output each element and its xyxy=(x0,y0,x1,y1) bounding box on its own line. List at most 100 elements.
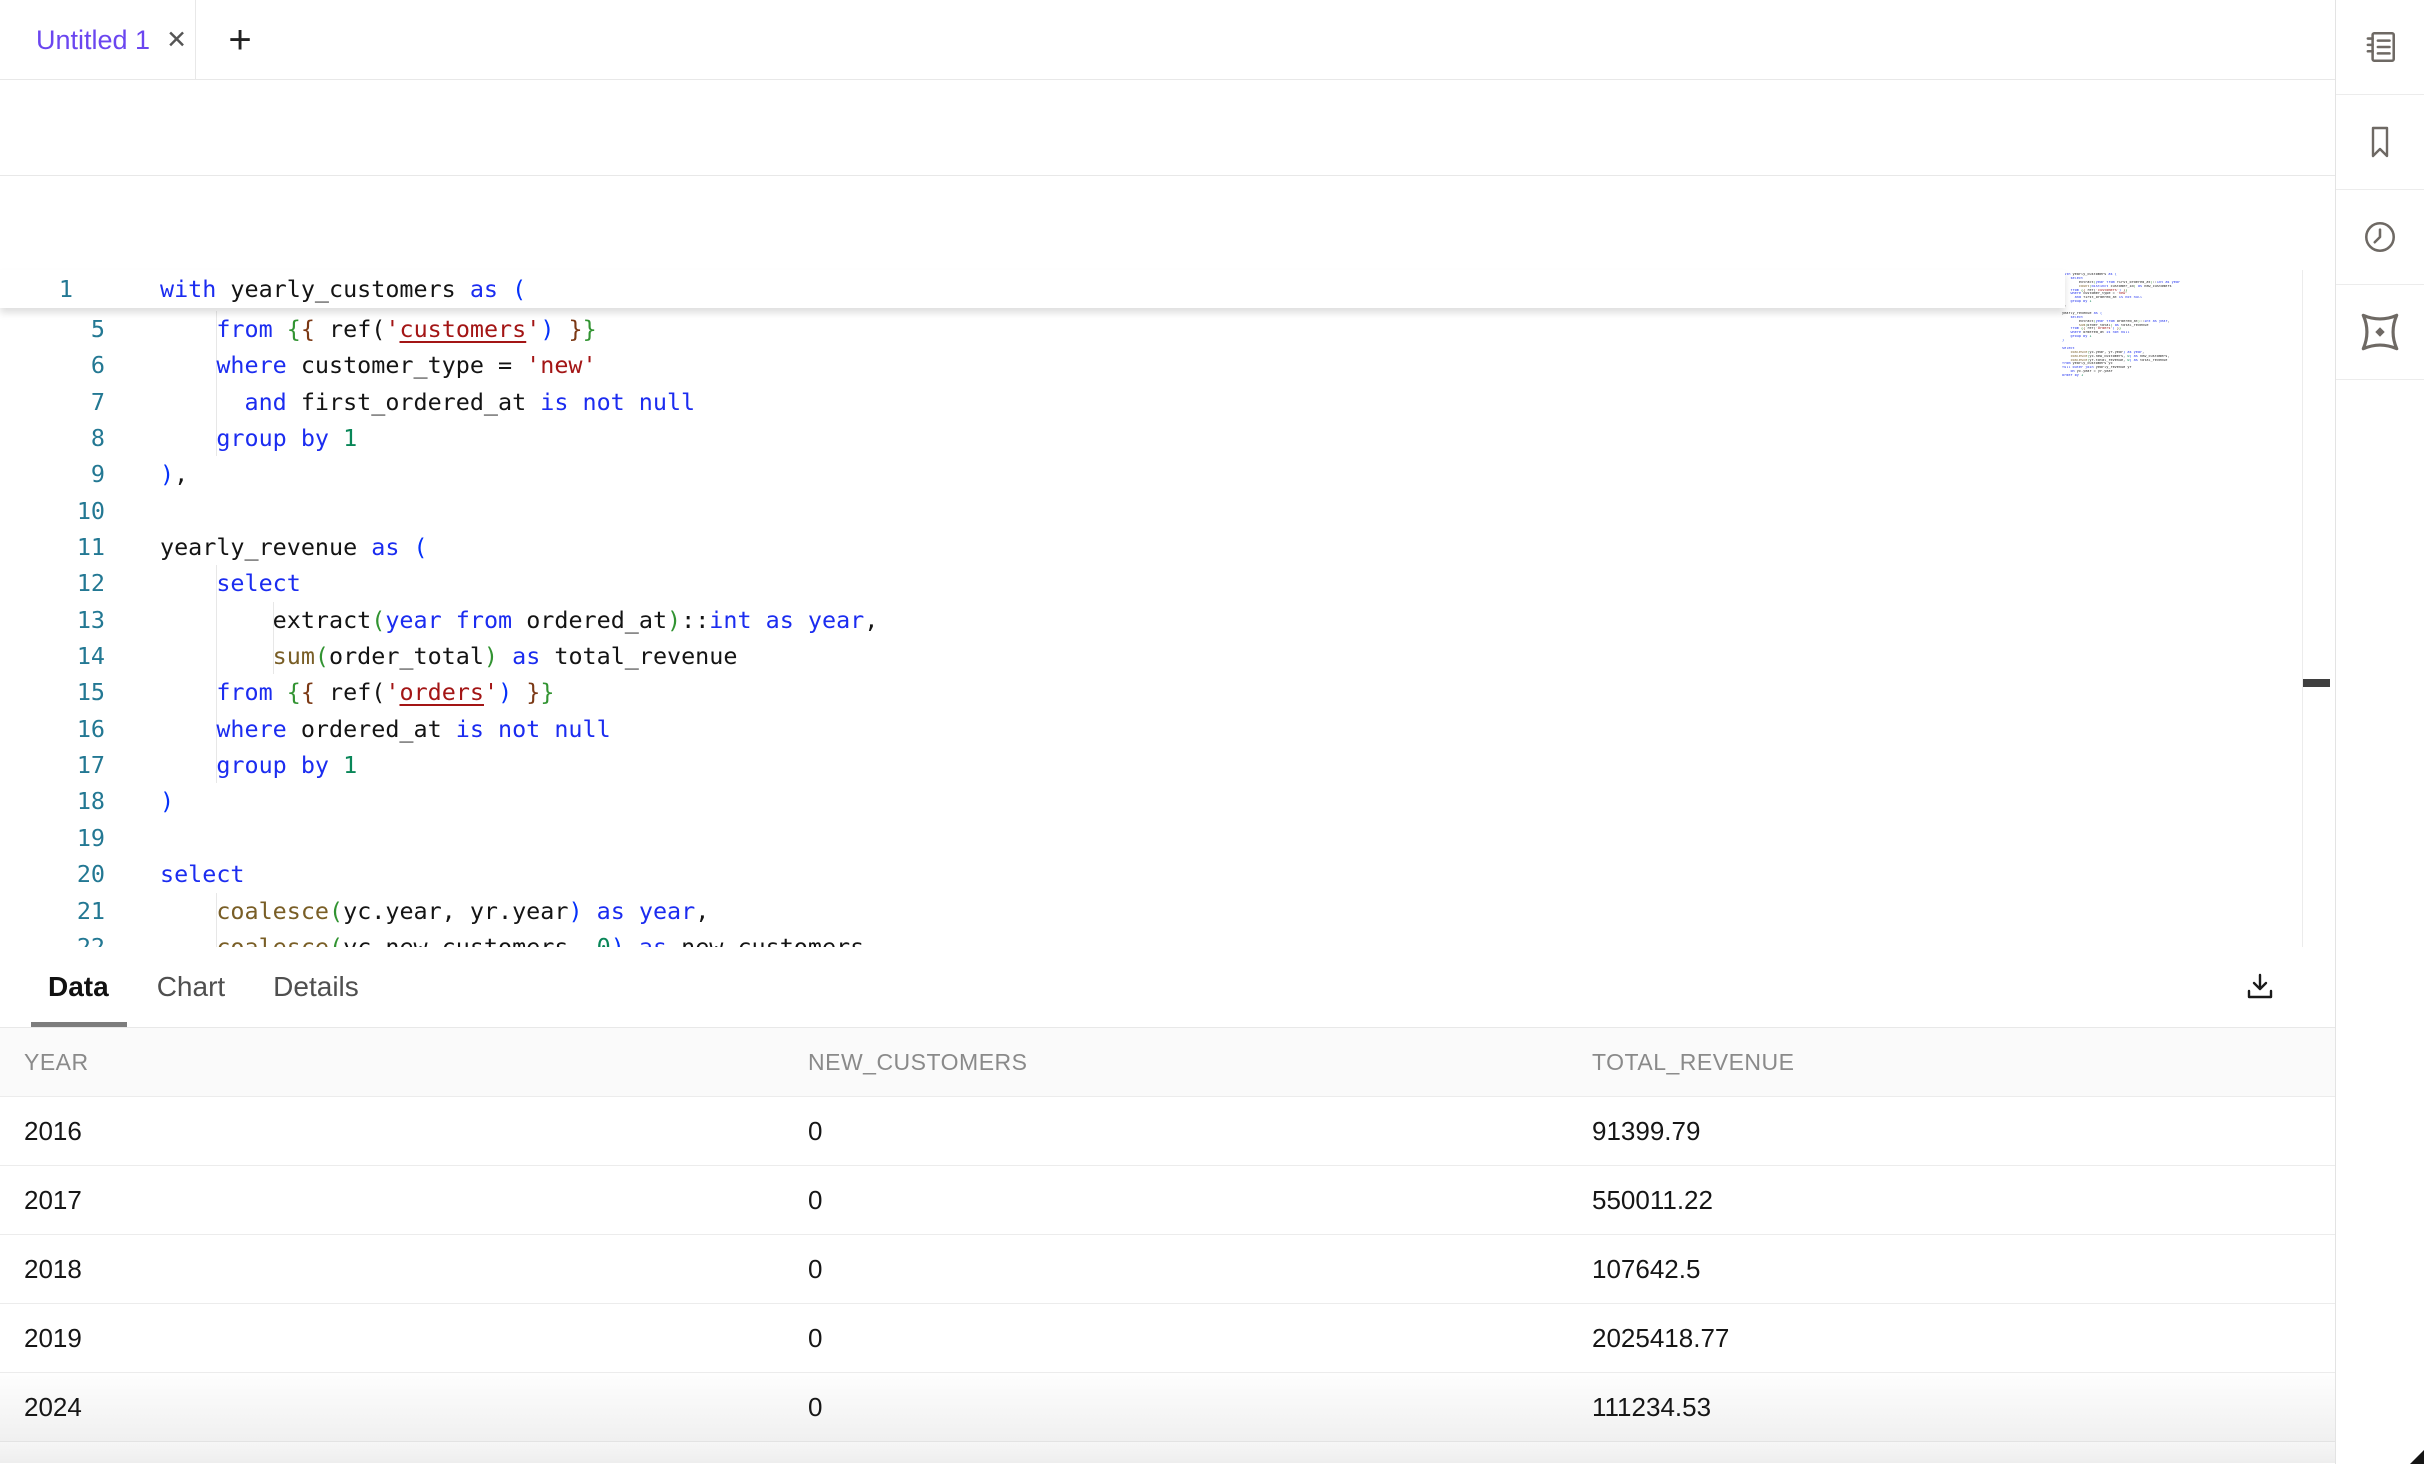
code-line-content: from {{ ref('customers') }} xyxy=(160,311,597,347)
history-icon xyxy=(2361,218,2399,256)
sidebar-item-history[interactable] xyxy=(2336,190,2424,285)
code-editor[interactable]: 5 from {{ ref('customers') }}6 where cus… xyxy=(0,176,2335,947)
table-cell: 550011.22 xyxy=(1592,1166,1713,1235)
code-line[interactable]: 11 yearly_revenue as ( xyxy=(0,529,2065,565)
tab-chart[interactable]: Chart xyxy=(157,971,225,1003)
column-header: TOTAL_REVENUE xyxy=(1592,1028,1794,1097)
sidebar-item-notebook[interactable] xyxy=(2336,0,2424,95)
table-row: 2018 0 107642.5 xyxy=(0,1235,2335,1304)
code-line-content: with yearly_customers as ( xyxy=(160,270,526,308)
toolbar: Develop Run xyxy=(0,80,2335,176)
right-sidebar xyxy=(2335,0,2424,1464)
line-number: 14 xyxy=(0,638,105,674)
table-cell: 0 xyxy=(808,1304,822,1373)
line-number: 16 xyxy=(0,711,105,747)
table-cell: 0 xyxy=(808,1166,822,1235)
sql-ide-window: Untitled 1 ✕ + Develop xyxy=(0,0,2424,1464)
code-line-content: coalesce(yc.new_customers, 0) as new_cus… xyxy=(160,929,878,947)
new-tab-button[interactable]: + xyxy=(212,0,268,80)
plus-icon: + xyxy=(228,18,251,63)
line-number: 15 xyxy=(0,674,105,710)
results-tab-bar: Data Chart Details xyxy=(0,947,2335,1028)
download-button[interactable] xyxy=(2238,965,2282,1009)
line-number: 21 xyxy=(0,893,105,929)
code-line[interactable]: 10 xyxy=(0,493,2065,529)
table-cell: 2019 xyxy=(24,1304,82,1373)
table-cell: 2025418.77 xyxy=(1592,1304,1729,1373)
results-panel: Data Chart Details YEAR NEW_CUSTOMERS TOTAL_… xyxy=(0,947,2335,1464)
code-line-content: select xyxy=(160,565,301,601)
table-row: 2019 0 2025418.77 xyxy=(0,1304,2335,1373)
scrollbar-track xyxy=(2302,270,2303,947)
table-row: 2016091399.79 xyxy=(0,1097,2335,1166)
table-header: YEAR NEW_CUSTOMERS TOTAL_REVENUE xyxy=(0,1028,2335,1097)
code-line[interactable]: 8 group by 1 xyxy=(0,420,2065,456)
resize-grip[interactable] xyxy=(2410,1450,2424,1464)
code-line-content: and first_ordered_at is not null xyxy=(160,384,695,420)
line-number: 11 xyxy=(0,529,105,565)
table-cell: 2016 xyxy=(24,1097,82,1166)
line-number: 17 xyxy=(0,747,105,783)
code-line[interactable]: 21 coalesce(yc.year, yr.year) as year, xyxy=(0,893,2065,929)
line-number: 12 xyxy=(0,565,105,601)
line-number: 1 xyxy=(0,270,73,308)
minimap[interactable]: with yearly_customers as ( select extrac… xyxy=(2062,273,2180,378)
table-cell: 0 xyxy=(808,1235,822,1304)
table-cell: 2017 xyxy=(24,1166,82,1235)
code-line[interactable]: 6 where customer_type = 'new' xyxy=(0,347,2065,383)
code-lines: 5 from {{ ref('customers') }}6 where cus… xyxy=(0,311,2065,947)
tab-label: Untitled 1 xyxy=(36,25,150,56)
code-line[interactable]: 13 extract(year from ordered_at)::int as… xyxy=(0,602,2065,638)
code-line-content: from {{ ref('orders') }} xyxy=(160,674,554,710)
column-header: NEW_CUSTOMERS xyxy=(808,1028,1028,1097)
tab-details[interactable]: Details xyxy=(273,971,359,1003)
sticky-line[interactable]: 1 with yearly_customers as ( xyxy=(0,270,2065,308)
line-number: 19 xyxy=(0,820,105,856)
code-line-content: yearly_revenue as ( xyxy=(160,529,428,565)
code-line[interactable]: 9), xyxy=(0,456,2065,492)
code-line[interactable]: 7 and first_ordered_at is not null xyxy=(0,384,2065,420)
tab-untitled-1[interactable]: Untitled 1 ✕ xyxy=(0,0,196,80)
code-line-content: group by 1 xyxy=(160,747,357,783)
tab-data[interactable]: Data xyxy=(48,971,109,1003)
code-line-content: where customer_type = 'new' xyxy=(160,347,597,383)
code-line-content: ), xyxy=(160,456,188,492)
code-line[interactable]: 5 from {{ ref('customers') }} xyxy=(0,311,2065,347)
code-line-content: ) xyxy=(160,783,174,819)
sidebar-item-dbt[interactable] xyxy=(2336,285,2424,380)
line-number: 10 xyxy=(0,493,105,529)
minimap-line: order by 1 xyxy=(2062,374,2180,378)
notebook-icon xyxy=(2361,28,2399,66)
code-line[interactable]: 15 from {{ ref('orders') }} xyxy=(0,674,2065,710)
line-number: 13 xyxy=(0,602,105,638)
code-line[interactable]: 14 sum(order_total) as total_revenue xyxy=(0,638,2065,674)
table-body: 2016091399.7920170550011.2220180107642.5… xyxy=(0,1097,2335,1442)
line-number: 22 xyxy=(0,929,105,947)
line-number: 20 xyxy=(0,856,105,892)
table-cell: 2018 xyxy=(24,1235,82,1304)
dbt-logo-icon xyxy=(2357,309,2403,355)
table-cell: 0 xyxy=(808,1097,822,1166)
results-footer xyxy=(0,1442,2335,1463)
code-line[interactable]: 20 select xyxy=(0,856,2065,892)
code-line[interactable]: 19 xyxy=(0,820,2065,856)
sidebar-item-bookmarks[interactable] xyxy=(2336,95,2424,190)
code-line-content: where ordered_at is not null xyxy=(160,711,611,747)
table-cell: 111234.53 xyxy=(1592,1373,1711,1442)
code-line-content: sum(order_total) as total_revenue xyxy=(160,638,737,674)
table-cell: 107642.5 xyxy=(1592,1235,1700,1304)
editor-tab-bar: Untitled 1 ✕ + xyxy=(0,0,2335,80)
table-row: 2017 0 550011.22 xyxy=(0,1166,2335,1235)
code-line[interactable]: 12 select xyxy=(0,565,2065,601)
code-line[interactable]: 22 coalesce(yc.new_customers, 0) as new_… xyxy=(0,929,2065,947)
code-line[interactable]: 18) xyxy=(0,783,2065,819)
code-line-content: select xyxy=(160,856,245,892)
scrollbar-thumb[interactable] xyxy=(2303,679,2330,687)
table-cell: 0 xyxy=(808,1373,822,1442)
code-line[interactable]: 17 group by 1 xyxy=(0,747,2065,783)
column-header: YEAR xyxy=(24,1028,89,1097)
line-number: 9 xyxy=(0,456,105,492)
close-icon[interactable]: ✕ xyxy=(166,28,187,53)
code-line[interactable]: 16 where ordered_at is not null xyxy=(0,711,2065,747)
code-line-content: group by 1 xyxy=(160,420,357,456)
